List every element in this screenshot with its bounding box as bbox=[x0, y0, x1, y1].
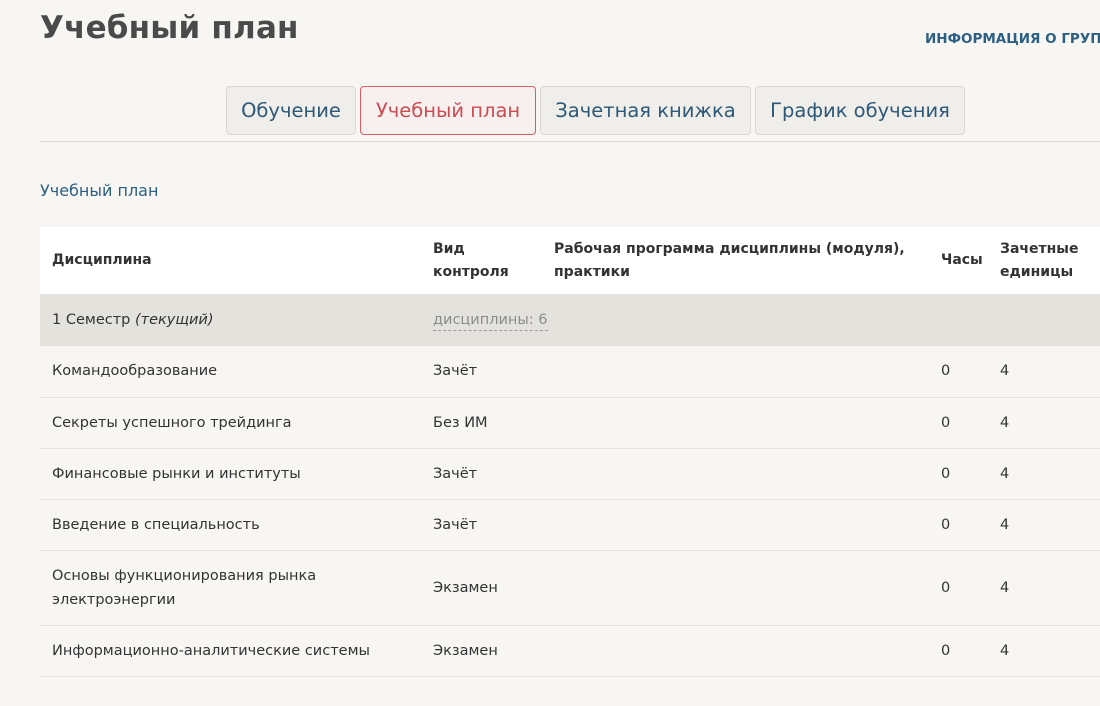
page-title: Учебный план bbox=[40, 10, 299, 46]
discipline-name: Финансовые рынки и институты bbox=[52, 465, 301, 482]
control-type: Зачёт bbox=[433, 516, 478, 533]
semester-row: 1 Семестр (текущий) дисциплины: 6 bbox=[40, 294, 1100, 346]
column-header-credits: Зачетные единицы bbox=[1000, 240, 1079, 280]
section-title-link[interactable]: Учебный план bbox=[40, 181, 158, 200]
hours-value: 0 bbox=[941, 414, 951, 431]
tabs-divider bbox=[40, 141, 1100, 142]
disciplines-count[interactable]: дисциплины: 6 bbox=[433, 312, 548, 331]
semester-current-note: (текущий) bbox=[134, 312, 214, 328]
discipline-name: Введение в специальность bbox=[52, 516, 260, 533]
page: Учебный план ИНФОРМАЦИЯ О ГРУПП Обучение… bbox=[0, 0, 1100, 706]
credits-value: 4 bbox=[1000, 465, 1010, 482]
work-program bbox=[542, 625, 935, 676]
curriculum-table: Дисциплина Вид контроля Рабочая программ… bbox=[40, 227, 1100, 677]
column-header-discipline: Дисциплина bbox=[52, 252, 152, 268]
hours-value: 0 bbox=[941, 579, 951, 596]
work-program bbox=[542, 448, 935, 499]
hours-value: 0 bbox=[941, 516, 951, 533]
tab-curriculum[interactable]: Учебный план bbox=[360, 86, 536, 135]
column-header-control-type: Вид контроля bbox=[433, 240, 509, 280]
credits-value: 4 bbox=[1000, 414, 1010, 431]
discipline-name: Командообразование bbox=[52, 363, 218, 380]
hours-value: 0 bbox=[941, 642, 951, 659]
discipline-name: Основы функционирования рынка электроэне… bbox=[52, 567, 317, 608]
discipline-name: Секреты успешного трейдинга bbox=[52, 414, 292, 431]
tab-bar: Обучение Учебный план Зачетная книжка Гр… bbox=[226, 86, 965, 135]
table-row: Информационно-аналитические системы Экза… bbox=[40, 625, 1100, 676]
table-row: Секреты успешного трейдинга Без ИМ 0 4 bbox=[40, 397, 1100, 448]
work-program bbox=[542, 346, 935, 397]
column-header-work-program: Рабочая программа дисциплины (модуля), п… bbox=[554, 240, 905, 280]
work-program bbox=[542, 499, 935, 550]
control-type: Зачёт bbox=[433, 363, 478, 380]
credits-value: 4 bbox=[1000, 579, 1010, 596]
hours-value: 0 bbox=[941, 363, 951, 380]
semester-count-cell: дисциплины: 6 bbox=[421, 294, 1100, 346]
table-row: Основы функционирования рынка электроэне… bbox=[40, 550, 1100, 625]
group-info-link[interactable]: ИНФОРМАЦИЯ О ГРУПП bbox=[925, 31, 1100, 47]
table-row: Финансовые рынки и институты Зачёт 0 4 bbox=[40, 448, 1100, 499]
work-program bbox=[542, 397, 935, 448]
table-row: Командообразование Зачёт 0 4 bbox=[40, 346, 1100, 397]
control-type: Экзамен bbox=[433, 642, 498, 659]
discipline-name: Информационно-аналитические системы bbox=[52, 642, 370, 659]
control-type: Без ИМ bbox=[433, 414, 488, 431]
credits-value: 4 bbox=[1000, 363, 1010, 380]
semester-label: 1 Семестр (текущий) bbox=[40, 294, 421, 346]
tab-education[interactable]: Обучение bbox=[226, 86, 356, 135]
semester-name: 1 Семестр bbox=[52, 312, 131, 328]
control-type: Зачёт bbox=[433, 465, 478, 482]
hours-value: 0 bbox=[941, 465, 951, 482]
tab-gradebook[interactable]: Зачетная книжка bbox=[540, 86, 751, 135]
credits-value: 4 bbox=[1000, 516, 1010, 533]
tab-schedule[interactable]: График обучения bbox=[755, 86, 965, 135]
table-header-row: Дисциплина Вид контроля Рабочая программ… bbox=[40, 227, 1100, 294]
table-row: Введение в специальность Зачёт 0 4 bbox=[40, 499, 1100, 550]
control-type: Экзамен bbox=[433, 579, 498, 596]
credits-value: 4 bbox=[1000, 642, 1010, 659]
column-header-hours: Часы bbox=[941, 252, 983, 268]
work-program bbox=[542, 550, 935, 625]
